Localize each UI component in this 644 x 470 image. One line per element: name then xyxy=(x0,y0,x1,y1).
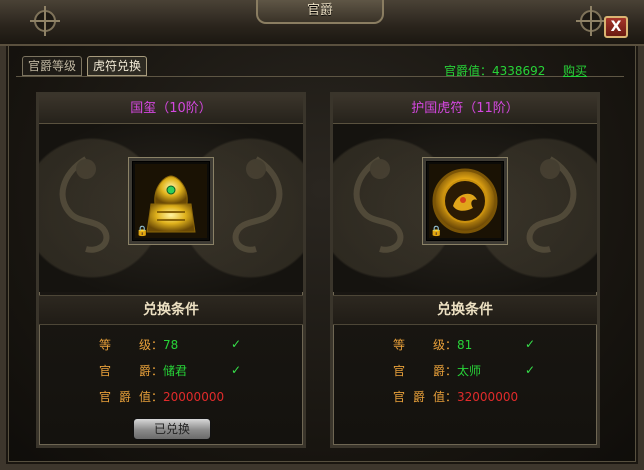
dragon-decoration-icon xyxy=(232,156,283,253)
condition-label: 官爵 xyxy=(393,364,445,378)
panel-title: 护国虎符（11阶） xyxy=(333,95,597,124)
condition-value: 储君 xyxy=(163,364,188,378)
condition-label: 官爵 xyxy=(99,364,151,378)
check-icon: ✓ xyxy=(231,363,242,377)
condition-value: 32000000 xyxy=(457,390,519,404)
conditions-title: 兑换条件 xyxy=(39,295,303,325)
condition-value: 太师 xyxy=(457,364,482,378)
condition-rank: 官爵：太师 xyxy=(393,364,482,378)
exchange-panel-talisman: 护国虎符（11阶） 🔒 兑换条件 等级：81 ✓ 官爵：太师 ✓ 官爵值：320… xyxy=(330,92,600,448)
window-titlebar: 官爵 X xyxy=(0,0,644,46)
condition-level: 等级：81 xyxy=(393,338,473,352)
dragon-decoration-icon xyxy=(353,156,404,253)
redeemed-button[interactable]: 已兑换 xyxy=(133,418,211,440)
conditions-title: 兑换条件 xyxy=(333,295,597,325)
condition-rank-points: 官爵值：32000000 xyxy=(393,390,519,404)
dragon-decoration-icon xyxy=(59,156,110,253)
condition-value: 78 xyxy=(163,338,179,352)
condition-label: 等级 xyxy=(393,338,445,352)
close-button[interactable]: X xyxy=(604,16,628,38)
panel-artwork: 🔒 xyxy=(333,124,597,292)
item-slot[interactable]: 🔒 xyxy=(129,158,213,244)
corner-ornament-icon xyxy=(576,6,606,36)
panel-title: 国玺（10阶） xyxy=(39,95,303,124)
buy-link[interactable]: 购买 xyxy=(563,62,587,79)
corner-ornament-icon xyxy=(30,6,60,36)
condition-rank: 官爵：储君 xyxy=(99,364,188,378)
condition-label: 等级 xyxy=(99,338,151,352)
check-icon: ✓ xyxy=(231,337,242,351)
lock-icon: 🔒 xyxy=(136,226,149,237)
rank-value-display: 官爵值：4338692 xyxy=(444,64,546,78)
tab-rank-level[interactable]: 官爵等级 xyxy=(22,56,82,76)
condition-label: 官爵值 xyxy=(393,390,445,404)
condition-value: 81 xyxy=(457,338,473,352)
condition-label: 官爵值 xyxy=(99,390,151,404)
condition-value: 20000000 xyxy=(163,390,225,404)
dragon-decoration-icon xyxy=(526,156,577,253)
exchange-panel-seal: 国玺（10阶） 🔒 兑换条件 等级：78 ✓ 官爵：储君 ✓ 官爵值：20000… xyxy=(36,92,306,448)
condition-rank-points: 官爵值：20000000 xyxy=(99,390,225,404)
window-title: 官爵 xyxy=(256,0,384,24)
condition-level: 等级：78 xyxy=(99,338,179,352)
check-icon: ✓ xyxy=(525,337,536,351)
lock-icon: 🔒 xyxy=(430,226,443,237)
check-icon: ✓ xyxy=(525,363,536,377)
item-slot[interactable]: 🔒 xyxy=(423,158,507,244)
tab-talisman-exchange[interactable]: 虎符兑换 xyxy=(87,56,147,76)
panel-artwork: 🔒 xyxy=(39,124,303,292)
